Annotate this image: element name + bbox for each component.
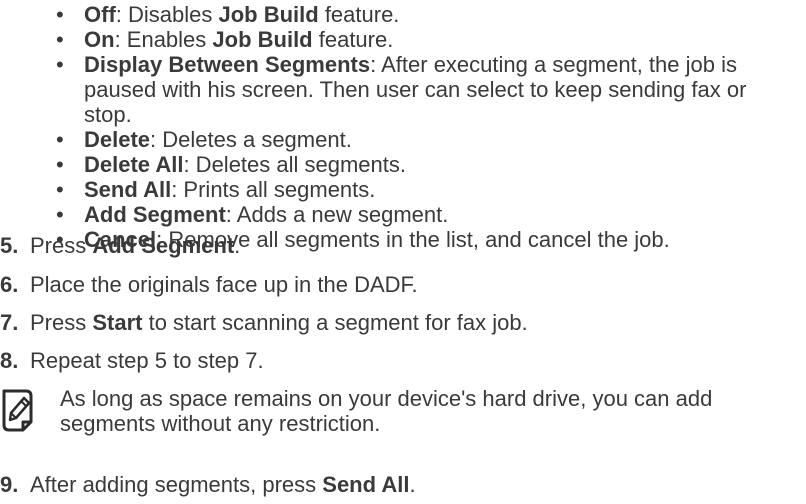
step-number: 8. [0,348,19,373]
list-item-add-segment: • Add Segment: Adds a new segment. [56,202,449,227]
bullet-icon: • [56,127,64,152]
list-item-send-all: • Send All: Prints all segments. [56,177,376,202]
step-text: Press Add Segment. [30,233,241,258]
bullet-icon: • [56,52,64,77]
note-text: As long as space remains on your device'… [60,386,713,436]
list-item-delete: • Delete: Deletes a segment. [56,127,352,152]
note-pencil-icon [2,389,33,432]
list-item-off: • Off: Disables Job Build feature. [56,2,400,27]
step-number: 6. [0,272,19,297]
bullet-icon: • [56,202,64,227]
bullet-icon: • [56,152,64,177]
list-item-display-between-segments: • Display Between Segments: After executi… [56,52,747,127]
step-text: After adding segments, press Send All. [30,472,416,497]
step-text: Repeat step 5 to step 7. [30,348,264,373]
manual-page: • Off: Disables Job Build feature. • On: E… [0,0,806,504]
bullet-icon: • [56,2,64,27]
note-box: As long as space remains on your device'… [0,386,806,446]
step-text: Place the originals face up in the DADF. [30,272,418,297]
bullet-icon: • [56,177,64,202]
bullet-icon: • [56,27,64,52]
option-list: • Off: Disables Job Build feature. • On: E… [0,2,806,252]
step-number: 5. [0,233,19,258]
step-text: Press Start to start scanning a segment … [30,310,528,335]
list-item-on: • On: Enables Job Build feature. [56,27,394,52]
step-number: 7. [0,310,19,335]
list-item-delete-all: • Delete All: Deletes all segments. [56,152,406,177]
step-number: 9. [0,472,19,497]
